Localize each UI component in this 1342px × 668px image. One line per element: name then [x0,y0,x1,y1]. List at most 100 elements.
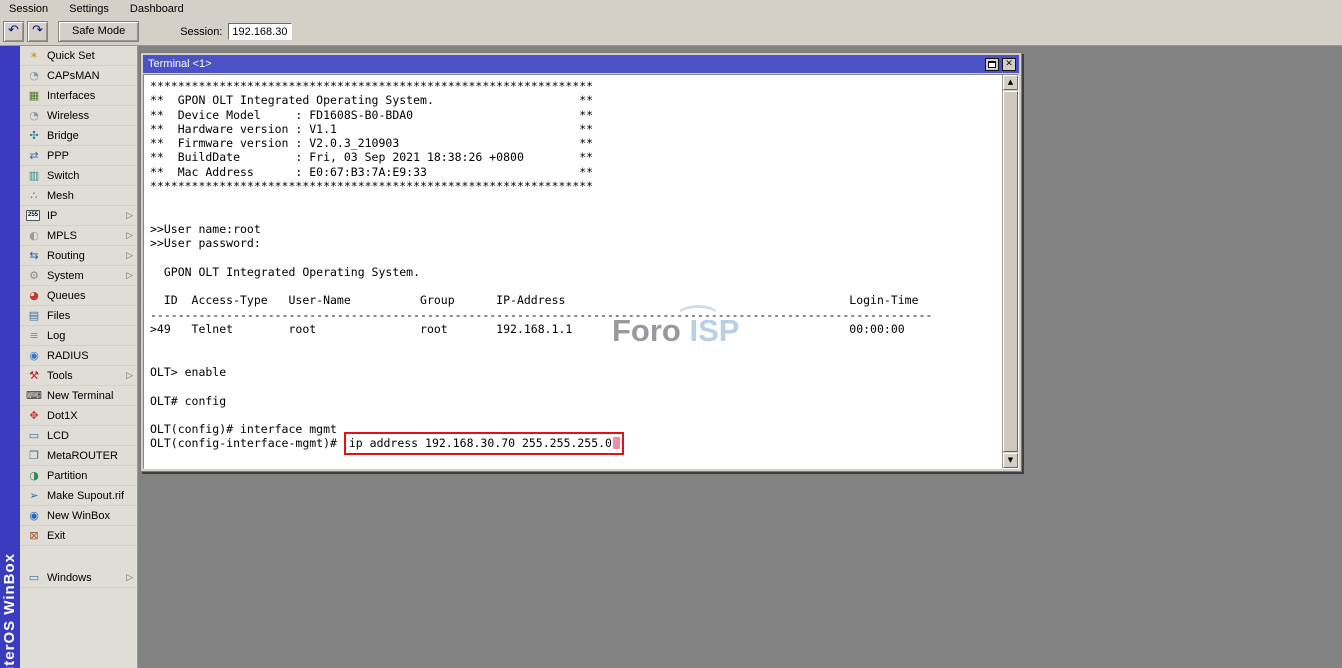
sidebar-gap [20,546,137,568]
sidebar-item-routing[interactable]: ⇆ Routing▷ [20,246,137,266]
sidebar-item-lcd[interactable]: ▭ LCD [20,426,137,446]
system-icon: ⚙ [26,270,42,281]
sidebar-item-label: Files [47,310,133,322]
terminal-text-area: Foro ISP *******************************… [144,75,1002,468]
sidebar-item-bridge[interactable]: ✣Bridge [20,126,137,146]
session-label: Session: [180,26,222,38]
queues-icon: ◕ [26,290,42,301]
menu-settings[interactable]: Settings [67,2,111,16]
session-input[interactable] [228,23,292,40]
sidebar-item-mpls[interactable]: ◐MPLS▷ [20,226,137,246]
sidebar-item-capsman[interactable]: ◔ CAPsMAN [20,66,137,86]
sidebar-item-new-terminal[interactable]: ⌨New Terminal [20,386,137,406]
sidebar-item-label: RADIUS [47,350,133,362]
undo-icon[interactable]: ↶ [3,21,24,42]
sidebar-item-quick-set[interactable]: ✶ Quick Set [20,46,137,66]
sidebar-item-label: Windows [47,572,126,584]
maximize-button[interactable] [985,58,999,71]
sidebar-item-partition[interactable]: ◑Partition [20,466,137,486]
scroll-up-icon[interactable]: ▲ [1003,75,1018,90]
sidebar-item-label: Log [47,330,133,342]
sidebar-item-label: Interfaces [47,90,133,102]
menu-bar: Session Settings Dashboard [0,0,1342,18]
sidebar-menu: ✶ Quick Set ◔ CAPsMAN ▦ Interfaces ◔Wireless✣B… [20,46,138,668]
metarouter-icon: ❒ [26,450,42,461]
sidebar-item-label: New WinBox [47,510,133,522]
routing-icon: ⇆ [26,250,42,261]
sidebar-item-label: Routing [47,250,126,262]
sidebar-item-label: Mesh [47,190,133,202]
sidebar-item-label: CAPsMAN [47,70,133,82]
log-icon: ≡ [26,330,42,341]
submenu-arrow-icon: ▷ [126,210,133,221]
new-winbox-icon: ◉ [26,510,42,521]
sidebar-item-dot1x[interactable]: ✥ Dot1X [20,406,137,426]
terminal-titlebar[interactable]: Terminal <1> ✕ [143,55,1019,73]
sidebar-item-label: IP [47,210,126,222]
dot1x-icon: ✥ [26,410,42,421]
sidebar-item-label: Dot1X [47,410,133,422]
main-toolbar: ↶ ↷ Safe Mode Session: [0,18,1342,46]
windows-icon: ▭ [26,572,42,583]
terminal-window: Terminal <1> ✕ Foro ISP ****************… [140,52,1022,472]
sidebar-item-ip[interactable]: 255IP▷ [20,206,137,226]
submenu-arrow-icon: ▷ [126,270,133,281]
sidebar-item-interfaces[interactable]: ▦ Interfaces [20,86,137,106]
sidebar-item-switch[interactable]: ▥ Switch [20,166,137,186]
redo-icon[interactable]: ↷ [27,21,48,42]
sidebar-item-label: Switch [47,170,133,182]
submenu-arrow-icon: ▷ [126,250,133,261]
sidebar-item-make-supout-rif[interactable]: ➢Make Supout.rif [20,486,137,506]
routeros-winbox-vertical-label: RouterOS WinBox [1,553,18,668]
radius-icon: ◉ [26,350,42,361]
partition-icon: ◑ [26,470,42,481]
sidebar-item-windows[interactable]: ▭ Windows▷ [20,568,137,588]
scroll-down-icon[interactable]: ▼ [1003,453,1018,468]
terminal-command-line[interactable]: OLT(config-interface-mgmt)# ip address 1… [144,436,1002,450]
sidebar-item-label: MPLS [47,230,126,242]
ppp-icon: ⇄ [26,150,42,161]
close-button[interactable]: ✕ [1002,58,1016,71]
scrollbar-thumb[interactable] [1003,91,1018,452]
sidebar-item-system[interactable]: ⚙ System▷ [20,266,137,286]
interfaces-icon: ▦ [26,90,42,101]
quick-set-icon: ✶ [26,50,42,61]
sidebar-item-queues[interactable]: ◕ Queues [20,286,137,306]
sidebar-item-mesh[interactable]: ∴Mesh [20,186,137,206]
bridge-icon: ✣ [26,130,42,141]
sidebar-item-radius[interactable]: ◉ RADIUS [20,346,137,366]
sidebar-item-metarouter[interactable]: ❒MetaROUTER [20,446,137,466]
submenu-arrow-icon: ▷ [126,370,133,381]
sidebar-item-tools[interactable]: ⚒Tools▷ [20,366,137,386]
submenu-arrow-icon: ▷ [126,230,133,241]
branding-strip: RouterOS WinBox [0,46,20,668]
highlighted-command-box: ip address 192.168.30.70 255.255.255.0 [344,432,624,454]
files-icon: ▤ [26,310,42,321]
sidebar-item-wireless[interactable]: ◔Wireless [20,106,137,126]
sidebar-item-log[interactable]: ≡ Log [20,326,137,346]
lcd-icon: ▭ [26,430,42,441]
safe-mode-button[interactable]: Safe Mode [58,21,139,42]
menu-session[interactable]: Session [7,2,50,16]
sidebar-item-files[interactable]: ▤ Files [20,306,137,326]
terminal-scrollbar[interactable]: ▲ ▼ [1002,75,1018,468]
sidebar-item-label: Wireless [47,110,133,122]
terminal-output: ****************************************… [144,75,1002,436]
maximize-icon [988,61,996,68]
submenu-arrow-icon: ▷ [126,572,133,583]
sidebar-item-ppp[interactable]: ⇄ PPP [20,146,137,166]
sidebar-item-exit[interactable]: ⊠Exit [20,526,137,546]
menu-dashboard[interactable]: Dashboard [128,2,186,16]
sidebar-item-label: LCD [47,430,133,442]
tools-icon: ⚒ [26,370,42,381]
capsman-icon: ◔ [26,70,42,81]
sidebar-item-new-winbox[interactable]: ◉ New WinBox [20,506,137,526]
switch-icon: ▥ [26,170,42,181]
terminal-prompt: OLT(config-interface-mgmt)# [150,436,344,450]
sidebar-item-label: Make Supout.rif [47,490,133,502]
sidebar-item-label: Queues [47,290,133,302]
sidebar-item-label: System [47,270,126,282]
sidebar-item-label: Quick Set [47,50,133,62]
exit-icon: ⊠ [26,530,42,541]
sidebar-item-label: PPP [47,150,133,162]
